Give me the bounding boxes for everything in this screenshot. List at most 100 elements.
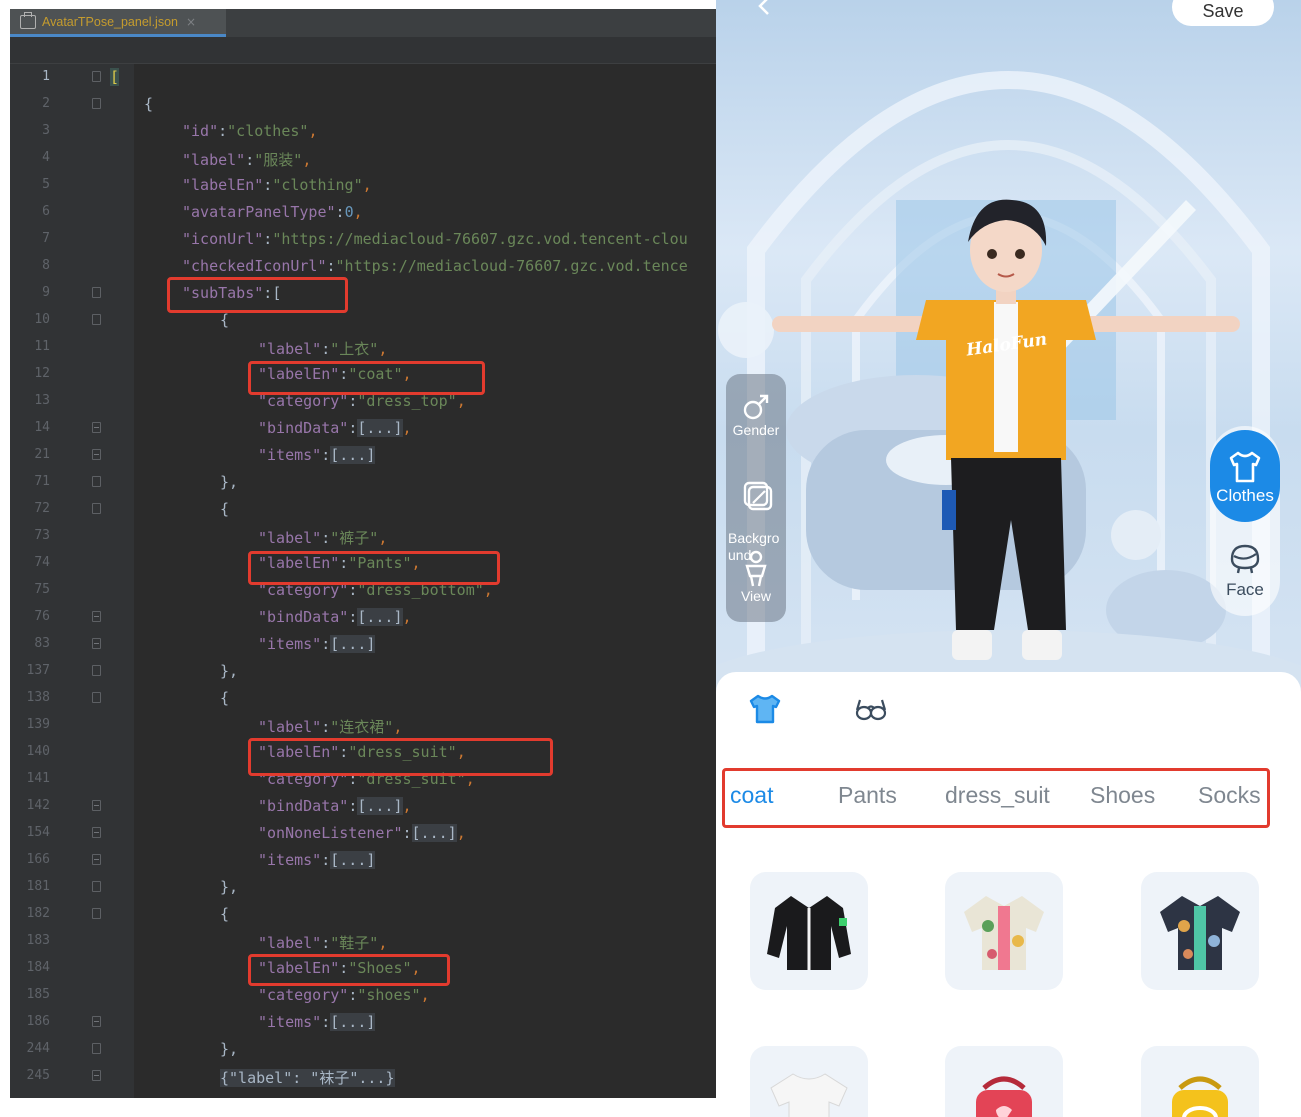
fold-toggle-icon[interactable] (92, 638, 101, 649)
face-button[interactable]: Face (1210, 530, 1280, 610)
item-card[interactable] (750, 872, 868, 990)
line-number: 5 (42, 177, 50, 192)
fold-toggle-icon[interactable] (92, 908, 101, 919)
code-line[interactable]: 244}, (10, 1036, 716, 1063)
fold-toggle-icon[interactable] (92, 422, 101, 433)
fold-toggle-icon[interactable] (92, 827, 101, 838)
code-line[interactable]: 183 "label":"鞋子", (10, 928, 716, 955)
code-line[interactable]: 186 "items":[...] (10, 1009, 716, 1036)
code-line[interactable]: 73 "label":"裤子", (10, 523, 716, 550)
subtab-shoes[interactable]: Shoes (1090, 782, 1155, 809)
code-line[interactable]: 72 { (10, 496, 716, 523)
fold-toggle-icon[interactable] (92, 800, 101, 811)
json-comma: , (378, 934, 388, 952)
fold-toggle-icon[interactable] (92, 449, 101, 460)
fold-toggle-icon[interactable] (92, 98, 101, 109)
code-line[interactable]: 245 {"label": "袜子"...} (10, 1063, 716, 1090)
code-line[interactable]: 185 "category":"shoes", (10, 982, 716, 1009)
code-line[interactable]: 2{ (10, 91, 716, 118)
yellow-bag-icon (1172, 1076, 1228, 1117)
item-card[interactable] (1141, 1046, 1259, 1117)
rail-gender[interactable]: Gender (726, 392, 786, 438)
black-jacket-icon (767, 896, 851, 970)
code-line[interactable]: 76 "bindData":[...], (10, 604, 716, 631)
fold-toggle-icon[interactable] (92, 692, 101, 703)
fold-toggle-icon[interactable] (92, 314, 101, 325)
line-number: 166 (26, 852, 50, 867)
code-line[interactable]: 71}, (10, 469, 716, 496)
code-line[interactable]: 182 { (10, 901, 716, 928)
fold-toggle-icon[interactable] (92, 1043, 101, 1054)
code-line[interactable]: 154 "onNoneListener":[...], (10, 820, 716, 847)
subtab-coat[interactable]: coat (730, 782, 773, 809)
category-shirt-icon[interactable] (748, 692, 782, 726)
back-arrow-icon[interactable] (754, 0, 774, 16)
json-value: 0 (344, 203, 354, 221)
code-line[interactable]: 1[ (10, 64, 716, 91)
fold-toggle-icon[interactable] (92, 503, 101, 514)
item-card[interactable] (750, 1046, 868, 1117)
code-line[interactable]: 166 "items":[...] (10, 847, 716, 874)
subtab-socks[interactable]: Socks (1198, 782, 1261, 809)
code-line[interactable]: 138 { (10, 685, 716, 712)
editor-tab[interactable]: AvatarTPose_panel.json × (10, 9, 226, 37)
json-colon: : (218, 122, 228, 140)
code-text: "label":"鞋子", (258, 932, 387, 953)
fold-toggle-icon[interactable] (92, 611, 101, 622)
line-number: 141 (26, 771, 50, 786)
fold-toggle-icon[interactable] (92, 71, 101, 82)
line-number: 7 (42, 231, 50, 246)
json-key: "label" (258, 718, 322, 736)
json-value: "鞋子" (330, 934, 379, 952)
fold-toggle-icon[interactable] (92, 665, 101, 676)
code-line[interactable]: 11 "label":"上衣", (10, 334, 716, 361)
line-number: 11 (34, 339, 50, 354)
json-key: "category" (258, 986, 349, 1004)
item-card[interactable] (945, 872, 1063, 990)
code-line[interactable]: 10 { (10, 307, 716, 334)
code-line[interactable]: 5 "labelEn":"clothing", (10, 172, 716, 199)
code-editor[interactable]: AvatarTPose_panel.json × 1[2{3 "id":"clot… (10, 9, 716, 1098)
fold-toggle-icon[interactable] (92, 1016, 101, 1027)
fold-toggle-icon[interactable] (92, 1070, 101, 1081)
fold-toggle-icon[interactable] (92, 854, 101, 865)
code-line[interactable]: 83 "items":[...] (10, 631, 716, 658)
category-glasses-icon[interactable] (854, 692, 888, 726)
subtab-pants[interactable]: Pants (838, 782, 897, 809)
code-line[interactable]: 6 "avatarPanelType":0, (10, 199, 716, 226)
code-line[interactable]: 181}, (10, 874, 716, 901)
code-line[interactable]: 142 "bindData":[...], (10, 793, 716, 820)
code-line[interactable]: 21 "items":[...] (10, 442, 716, 469)
line-number: 12 (34, 366, 50, 381)
code-line[interactable]: 9 "subTabs":[ (10, 280, 716, 307)
json-colon: : (348, 608, 358, 626)
fold-toggle-icon[interactable] (92, 476, 101, 487)
rail-background[interactable]: Backgro und (726, 462, 788, 564)
json-comma: , (302, 151, 312, 169)
item-card[interactable] (1141, 872, 1259, 990)
code-line[interactable]: 137}, (10, 658, 716, 685)
code-text: {"label": "袜子"...} (220, 1067, 395, 1088)
fold-toggle-icon[interactable] (92, 287, 101, 298)
json-file-icon (20, 11, 36, 29)
clothes-label: Clothes (1216, 486, 1274, 505)
subtab-dress-suit[interactable]: dress_suit (945, 782, 1050, 809)
code-line[interactable]: 8 "checkedIconUrl":"https://mediacloud-76… (10, 253, 716, 280)
clothes-button[interactable]: Clothes (1210, 430, 1280, 522)
fold-toggle-icon[interactable] (92, 881, 101, 892)
code-line[interactable]: 7 "iconUrl":"https://mediacloud-76607.gzc… (10, 226, 716, 253)
code-line[interactable]: 3 "id":"clothes", (10, 118, 716, 145)
json-key: "id" (182, 122, 219, 140)
save-button[interactable]: Save (1172, 0, 1274, 26)
code-line[interactable]: 4 "label":"服装", (10, 145, 716, 172)
code-line[interactable]: 14 "bindData":[...], (10, 415, 716, 442)
code-text: "id":"clothes", (182, 122, 317, 140)
code-text: { (220, 311, 229, 329)
rail-view[interactable]: View (726, 550, 786, 604)
item-card[interactable] (945, 1046, 1063, 1117)
line-number: 244 (26, 1041, 50, 1056)
avatar-scene: HaloFun Save Gender Backgro und View Clo… (716, 0, 1301, 720)
code-line[interactable]: 139 "label":"连衣裙", (10, 712, 716, 739)
code-text: [ (110, 68, 120, 86)
close-icon[interactable]: × (186, 15, 196, 29)
